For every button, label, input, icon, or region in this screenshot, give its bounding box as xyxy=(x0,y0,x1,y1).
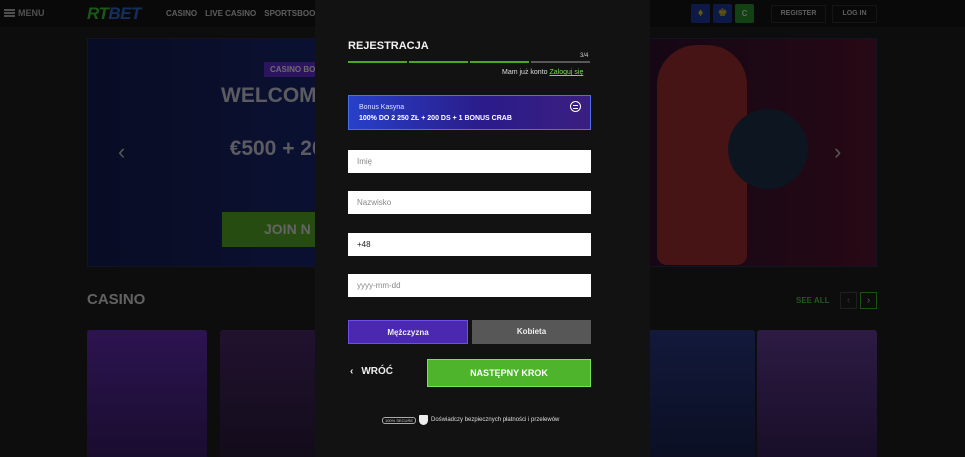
phone-field[interactable] xyxy=(348,233,591,256)
modal-title: REJESTRACJA xyxy=(348,40,429,52)
menu-icon[interactable] xyxy=(570,101,581,112)
menu-button[interactable]: MENU xyxy=(4,8,45,18)
last-name-field[interactable] xyxy=(348,191,591,214)
logo-bet: BET xyxy=(108,4,141,23)
secure-badge: 100% SECURE xyxy=(382,416,416,424)
back-label: WRÓĆ xyxy=(361,366,394,377)
nav-casino[interactable]: CASINO xyxy=(166,9,197,18)
main-nav: CASINO LIVE CASINO SPORTSBOOK xyxy=(166,9,321,18)
hero-robot xyxy=(728,109,808,189)
have-account-text: Mam już konto xyxy=(502,69,548,76)
secure-payments: 100% SECURE Doświadczy bezpiecznych płat… xyxy=(382,415,559,425)
carousel-prev-button[interactable]: ‹ xyxy=(840,292,857,309)
hero-next-arrow[interactable]: › xyxy=(834,139,841,165)
hero-tag: CASINO BO xyxy=(264,62,322,77)
bonus-text: 100% DO 2 250 ZŁ + 200 DS + 1 BONUS CRAB xyxy=(359,115,512,122)
nav-sportsbook[interactable]: SPORTSBOOK xyxy=(264,9,321,18)
progress-segment xyxy=(348,61,407,63)
male-option[interactable]: Mężczyzna xyxy=(348,320,468,344)
shield-icon xyxy=(419,415,428,425)
live-icon[interactable]: c xyxy=(735,4,754,23)
progress-segment xyxy=(470,61,529,63)
game-card[interactable] xyxy=(757,330,877,457)
back-button[interactable]: ‹ WRÓĆ xyxy=(350,366,393,377)
date-of-birth-field[interactable] xyxy=(348,274,591,297)
step-progress xyxy=(348,61,590,63)
medal-icon[interactable]: ♚ xyxy=(713,4,732,23)
progress-segment xyxy=(531,61,590,63)
login-link[interactable]: Zaloguj się xyxy=(549,69,583,76)
menu-label: MENU xyxy=(18,8,45,18)
see-all-link[interactable]: SEE ALL xyxy=(796,296,829,305)
registration-modal: REJESTRACJA xyxy=(315,0,650,457)
have-account: Mam już konto Zaloguj się xyxy=(502,69,583,76)
secure-text: Doświadczy bezpiecznych płatności i prze… xyxy=(431,417,560,423)
logo[interactable]: RTBET xyxy=(87,4,141,24)
bonus-title: Bonus Kasyna xyxy=(359,104,405,111)
register-button[interactable]: REGISTER xyxy=(771,5,826,23)
casino-section-title: CASINO xyxy=(87,291,146,308)
game-card[interactable] xyxy=(87,330,207,457)
next-step-button[interactable]: NASTĘPNY KROK xyxy=(427,359,591,387)
game-card[interactable] xyxy=(635,330,755,457)
logo-rt: RT xyxy=(87,4,109,23)
bonus-selector[interactable]: Bonus Kasyna 100% DO 2 250 ZŁ + 200 DS +… xyxy=(348,95,591,130)
hamburger-icon xyxy=(4,9,15,17)
nav-live-casino[interactable]: LIVE CASINO xyxy=(205,9,256,18)
login-button[interactable]: LOG IN xyxy=(832,5,877,23)
chevron-left-icon: ‹ xyxy=(350,366,354,377)
header-icons: ♦ ♚ c xyxy=(691,4,754,23)
female-option[interactable]: Kobieta xyxy=(472,320,591,344)
first-name-field[interactable] xyxy=(348,150,591,173)
step-counter: 3/4 xyxy=(580,53,589,59)
progress-segment xyxy=(409,61,468,63)
hero-prev-arrow[interactable]: ‹ xyxy=(118,139,125,165)
trophy-icon[interactable]: ♦ xyxy=(691,4,710,23)
carousel-next-button[interactable]: › xyxy=(860,292,877,309)
